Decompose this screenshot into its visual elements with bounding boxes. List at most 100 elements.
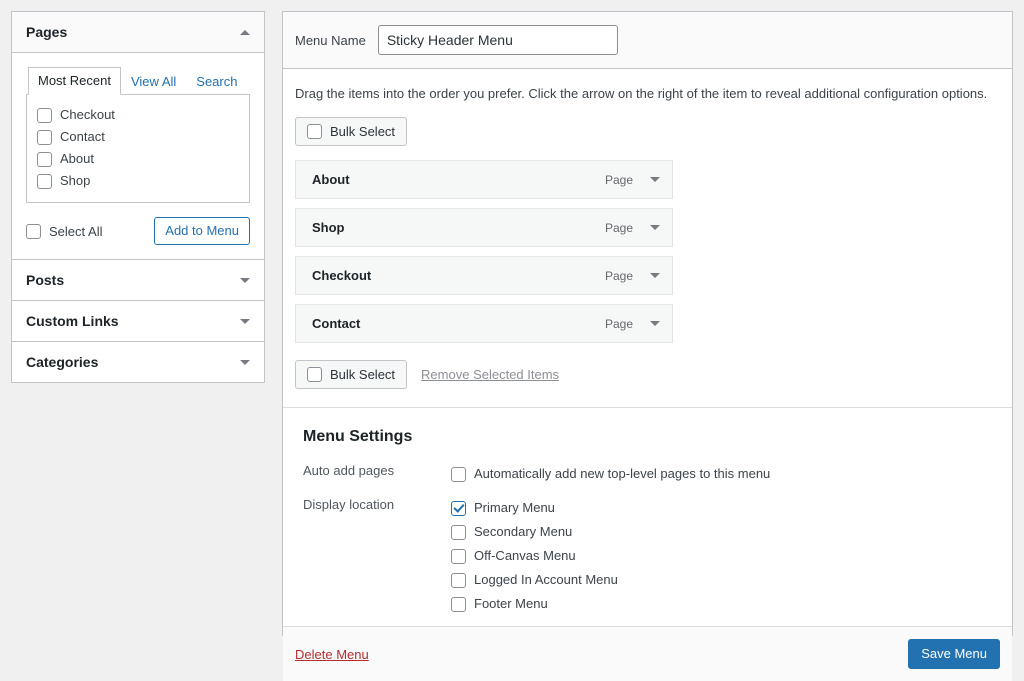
menu-item-title: Contact	[312, 316, 360, 331]
bulk-actions-row: Bulk Select Remove Selected Items	[295, 360, 1000, 407]
location-option-label: Off-Canvas Menu	[474, 547, 576, 565]
panel-categories: Categories	[11, 342, 265, 383]
tab-view-all[interactable]: View All	[121, 68, 186, 95]
list-item-label: About	[60, 150, 94, 168]
list-item[interactable]: Shop	[37, 170, 239, 192]
add-to-menu-button[interactable]: Add to Menu	[154, 217, 250, 245]
checkbox-about[interactable]	[37, 152, 52, 167]
panel-custom-links: Custom Links	[11, 301, 265, 342]
checkbox-footer-menu[interactable]	[451, 597, 466, 612]
checkbox-auto-add-pages[interactable]	[451, 467, 466, 482]
panel-pages-body: Most Recent View All Search Checkout Con…	[12, 53, 264, 259]
menu-item-type: Page	[605, 221, 633, 235]
menu-item-row[interactable]: Shop Page	[295, 208, 673, 247]
chevron-down-icon[interactable]	[240, 278, 250, 283]
bulk-select-top-button[interactable]: Bulk Select	[295, 117, 407, 146]
checkbox-bulk-select-top[interactable]	[307, 124, 322, 139]
list-item-label: Shop	[60, 172, 90, 190]
menu-item-type: Page	[605, 173, 633, 187]
bulk-select-bottom-button[interactable]: Bulk Select	[295, 360, 407, 389]
location-option-primary-menu[interactable]: Primary Menu	[451, 496, 618, 520]
checkbox-contact[interactable]	[37, 130, 52, 145]
menu-item-meta: Page	[605, 317, 660, 331]
menu-item-row[interactable]: Contact Page	[295, 304, 673, 343]
location-option-logged-in-account-menu[interactable]: Logged In Account Menu	[451, 568, 618, 592]
chevron-down-icon[interactable]	[650, 321, 660, 326]
menu-editor-screen: Pages Most Recent View All Search Checko…	[0, 0, 1024, 646]
list-item[interactable]: About	[37, 148, 239, 170]
menu-items-list: About Page Shop Page Checkout	[295, 160, 673, 343]
chevron-down-icon[interactable]	[240, 319, 250, 324]
display-location-row: Display location Primary Menu Secondary …	[303, 496, 1000, 616]
remove-selected-items-link[interactable]: Remove Selected Items	[421, 367, 559, 382]
menu-item-type: Page	[605, 269, 633, 283]
location-option-label: Secondary Menu	[474, 523, 572, 541]
auto-add-pages-options: Automatically add new top-level pages to…	[451, 462, 770, 486]
panel-pages-title: Pages	[26, 24, 67, 40]
menu-item-title: About	[312, 172, 350, 187]
checkbox-logged-in-account-menu[interactable]	[451, 573, 466, 588]
chevron-down-icon[interactable]	[650, 177, 660, 182]
display-location-label: Display location	[303, 496, 451, 512]
drag-hint-text: Drag the items into the order you prefer…	[295, 85, 1000, 103]
menu-item-title: Shop	[312, 220, 345, 235]
checkbox-off-canvas-menu[interactable]	[451, 549, 466, 564]
panel-categories-title: Categories	[26, 354, 98, 370]
menu-item-meta: Page	[605, 221, 660, 235]
save-menu-button[interactable]: Save Menu	[908, 639, 1000, 669]
panel-posts-header[interactable]: Posts	[12, 260, 264, 300]
menu-item-title: Checkout	[312, 268, 371, 283]
list-item-label: Checkout	[60, 106, 115, 124]
checkbox-primary-menu[interactable]	[451, 501, 466, 516]
checkbox-checkout[interactable]	[37, 108, 52, 123]
menu-item-meta: Page	[605, 269, 660, 283]
auto-add-pages-option-label: Automatically add new top-level pages to…	[474, 465, 770, 483]
panel-posts-title: Posts	[26, 272, 64, 288]
menu-item-meta: Page	[605, 173, 660, 187]
checkbox-select-all[interactable]	[26, 224, 41, 239]
menu-structure-panel: Menu Name Drag the items into the order …	[282, 11, 1013, 636]
location-option-footer-menu[interactable]: Footer Menu	[451, 592, 618, 616]
menu-settings-section: Menu Settings Auto add pages Automatical…	[295, 408, 1000, 616]
panel-posts: Posts	[11, 260, 265, 301]
pages-tabs: Most Recent View All Search	[28, 67, 250, 94]
panel-categories-header[interactable]: Categories	[12, 342, 264, 382]
menu-name-input[interactable]	[378, 25, 618, 55]
chevron-down-icon[interactable]	[650, 225, 660, 230]
chevron-down-icon[interactable]	[650, 273, 660, 278]
menu-name-header: Menu Name	[283, 12, 1012, 69]
chevron-up-icon[interactable]	[240, 30, 250, 35]
location-option-off-canvas-menu[interactable]: Off-Canvas Menu	[451, 544, 618, 568]
menu-item-type: Page	[605, 317, 633, 331]
tab-most-recent[interactable]: Most Recent	[28, 67, 121, 95]
add-menu-items-sidebar: Pages Most Recent View All Search Checko…	[11, 11, 265, 383]
location-option-label: Footer Menu	[474, 595, 548, 613]
list-item[interactable]: Contact	[37, 126, 239, 148]
bulk-select-top-label: Bulk Select	[330, 124, 395, 139]
menu-item-row[interactable]: Checkout Page	[295, 256, 673, 295]
menu-structure-body: Drag the items into the order you prefer…	[283, 69, 1012, 626]
delete-menu-link[interactable]: Delete Menu	[295, 647, 369, 662]
panel-custom-links-header[interactable]: Custom Links	[12, 301, 264, 341]
select-all-row[interactable]: Select All	[26, 224, 102, 239]
checkbox-bulk-select-bottom[interactable]	[307, 367, 322, 382]
auto-add-pages-label: Auto add pages	[303, 462, 451, 478]
menu-item-row[interactable]: About Page	[295, 160, 673, 199]
checkbox-secondary-menu[interactable]	[451, 525, 466, 540]
panel-pages-header[interactable]: Pages	[12, 12, 264, 53]
panel-custom-links-title: Custom Links	[26, 313, 119, 329]
auto-add-pages-option[interactable]: Automatically add new top-level pages to…	[451, 462, 770, 486]
pages-actions: Select All Add to Menu	[26, 217, 250, 245]
select-all-label: Select All	[49, 224, 102, 239]
location-option-secondary-menu[interactable]: Secondary Menu	[451, 520, 618, 544]
menu-name-label: Menu Name	[295, 33, 366, 48]
list-item-label: Contact	[60, 128, 105, 146]
list-item[interactable]: Checkout	[37, 104, 239, 126]
checkbox-shop[interactable]	[37, 174, 52, 189]
menu-settings-heading: Menu Settings	[303, 428, 1000, 446]
location-option-label: Logged In Account Menu	[474, 571, 618, 589]
display-location-options: Primary Menu Secondary Menu Off-Canvas M…	[451, 496, 618, 616]
tab-search[interactable]: Search	[186, 68, 247, 95]
chevron-down-icon[interactable]	[240, 360, 250, 365]
bulk-select-bottom-label: Bulk Select	[330, 367, 395, 382]
